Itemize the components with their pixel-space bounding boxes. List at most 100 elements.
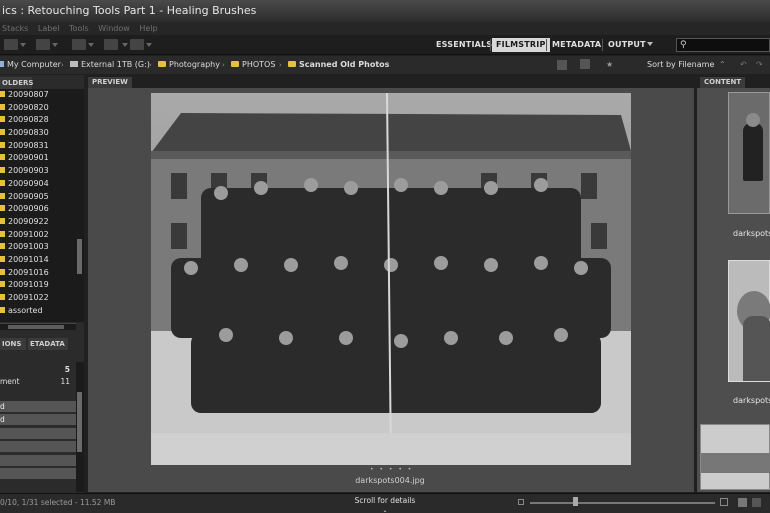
batch-rename-icon[interactable] xyxy=(130,39,144,50)
selection-status: 0/10, 1/31 selected - 11.52 MB xyxy=(0,498,116,507)
scrollbar-thumb[interactable] xyxy=(77,239,82,274)
chevron-right-icon[interactable]: › xyxy=(149,56,152,74)
menu-item-stacks[interactable]: Stacks xyxy=(2,24,28,33)
folder-item[interactable]: 20091022 xyxy=(0,292,76,305)
chevron-down-icon[interactable] xyxy=(88,43,94,47)
filter-category[interactable] xyxy=(0,455,76,466)
filter-category[interactable] xyxy=(0,441,76,452)
folder-item[interactable]: 20090820 xyxy=(0,102,76,115)
menu-item-label[interactable]: Label xyxy=(38,24,60,33)
open-in-camera-raw-icon[interactable] xyxy=(72,39,86,50)
folder-item[interactable]: 20090904 xyxy=(0,178,76,191)
rating-filter-icon[interactable] xyxy=(580,59,590,69)
folder-icon xyxy=(0,116,5,123)
preview-filename: darkspots004.jpg xyxy=(355,476,425,485)
preview-photo[interactable] xyxy=(151,93,631,465)
toolbar: ESSENTIALS FILMSTRIP METADATA OUTPUT ⚲ xyxy=(0,35,770,55)
tab-filmstrip[interactable]: FILMSTRIP xyxy=(492,38,550,52)
chevron-down-icon[interactable] xyxy=(122,43,128,47)
folder-icon xyxy=(0,268,5,275)
crumb-my-computer[interactable]: My Computer xyxy=(0,56,61,74)
bridge-window: ics : Retouching Tools Part 1 - Healing … xyxy=(0,0,770,513)
folder-item[interactable]: 20091003 xyxy=(0,241,76,254)
refine-icon[interactable] xyxy=(36,39,50,50)
tab-folders[interactable]: OLDERS xyxy=(0,77,33,89)
thumbnail-caption: darkspots xyxy=(733,229,770,238)
menu-item-tools[interactable]: Tools xyxy=(69,24,89,33)
folder-item[interactable]: 20090905 xyxy=(0,191,76,204)
folder-item[interactable]: assorted xyxy=(0,305,76,318)
folder-item[interactable]: 20091014 xyxy=(0,254,76,267)
zoom-out-icon[interactable] xyxy=(518,499,524,505)
scroll-for-details[interactable]: Scroll for details ⌄ xyxy=(345,496,425,513)
zoom-in-icon[interactable] xyxy=(720,498,728,506)
thumbnail[interactable] xyxy=(728,260,770,382)
filter-scrollbar[interactable] xyxy=(76,362,84,492)
workspace-menu-icon[interactable] xyxy=(647,42,653,46)
folder-item[interactable]: 20091002 xyxy=(0,229,76,242)
filter-category[interactable] xyxy=(0,468,76,479)
crumb-external-drive[interactable]: External 1TB (G:) xyxy=(70,56,150,74)
chevron-down-icon[interactable] xyxy=(146,43,152,47)
folder-icon xyxy=(0,205,5,212)
search-input[interactable]: ⚲ xyxy=(676,38,770,52)
thumbnail[interactable] xyxy=(728,92,770,214)
chevron-right-icon[interactable]: › xyxy=(61,56,64,74)
folder-item[interactable]: 20090831 xyxy=(0,140,76,153)
folders-scrollbar[interactable] xyxy=(76,89,84,322)
menu-item-window[interactable]: Window xyxy=(98,24,130,33)
menu-item-help[interactable]: Help xyxy=(139,24,157,33)
tab-essentials[interactable]: ESSENTIALS xyxy=(432,38,496,52)
folder-item[interactable]: 20091016 xyxy=(0,267,76,280)
tab-metadata[interactable]: METADATA xyxy=(548,38,605,52)
sort-dropdown[interactable]: Sort by Filename xyxy=(647,56,714,74)
folder-item[interactable]: 20091019 xyxy=(0,279,76,292)
folder-item[interactable]: 20090830 xyxy=(0,127,76,140)
camera-icon[interactable] xyxy=(4,39,18,50)
filter-category[interactable]: d xyxy=(0,401,76,412)
group-photo-image xyxy=(151,93,631,465)
menu-bar: Stacks Label Tools Window Help xyxy=(0,22,770,35)
filter-category[interactable] xyxy=(0,428,76,439)
sort-order-icon[interactable]: ⌃ xyxy=(719,56,726,74)
filter-row[interactable]: 5 xyxy=(0,364,76,376)
breadcrumb: My Computer › External 1TB (G:) › Photog… xyxy=(0,56,770,74)
folder-icon xyxy=(0,192,5,199)
chevron-right-icon[interactable]: › xyxy=(222,56,225,74)
thumbnail-size-slider[interactable] xyxy=(530,502,715,504)
folders-tree[interactable]: 20090807 20090820 20090828 20090830 2009… xyxy=(0,89,76,322)
thumbnail[interactable] xyxy=(700,424,770,490)
chevron-right-icon[interactable]: › xyxy=(279,56,282,74)
rotate-right-icon[interactable]: ↷ xyxy=(756,56,763,74)
chevron-down-icon[interactable] xyxy=(20,43,26,47)
star-icon[interactable]: ★ xyxy=(606,56,613,74)
filmstrip-position-dots: • • • • • xyxy=(370,466,414,473)
output-icon[interactable] xyxy=(104,39,118,50)
filter-row[interactable]: ment 11 xyxy=(0,376,76,388)
view-grid-icon[interactable] xyxy=(738,498,747,507)
tab-output[interactable]: OUTPUT xyxy=(604,38,650,52)
status-bar: 0/10, 1/31 selected - 11.52 MB Scroll fo… xyxy=(0,493,770,513)
chevron-down-icon[interactable] xyxy=(52,43,58,47)
rotate-left-icon[interactable]: ↶ xyxy=(740,56,747,74)
folder-icon xyxy=(0,230,5,237)
folders-h-scrollbar[interactable] xyxy=(0,323,76,330)
folder-item[interactable]: 20090807 xyxy=(0,89,76,102)
tab-metadata-panel[interactable]: ETADATA xyxy=(28,338,68,350)
tab-collections[interactable]: IONS xyxy=(0,338,26,350)
crumb-scanned-old-photos[interactable]: Scanned Old Photos xyxy=(288,56,389,74)
view-list-icon[interactable] xyxy=(752,498,761,507)
folder-item[interactable]: 20090906 xyxy=(0,203,76,216)
slider-handle[interactable] xyxy=(573,497,578,506)
content-panel[interactable]: darkspots darkspots xyxy=(697,88,770,492)
crumb-photos[interactable]: PHOTOS xyxy=(231,56,275,74)
crumb-photography[interactable]: Photography xyxy=(158,56,220,74)
tab-preview[interactable]: PREVIEW xyxy=(88,77,132,88)
folder-item[interactable]: 20090901 xyxy=(0,152,76,165)
folder-item[interactable]: 20090922 xyxy=(0,216,76,229)
folder-item[interactable]: 20090828 xyxy=(0,114,76,127)
thumbnail-quality-icon[interactable] xyxy=(557,60,567,70)
folder-item[interactable]: 20090903 xyxy=(0,165,76,178)
filter-category[interactable]: d xyxy=(0,414,76,425)
tab-content[interactable]: CONTENT xyxy=(700,77,746,88)
